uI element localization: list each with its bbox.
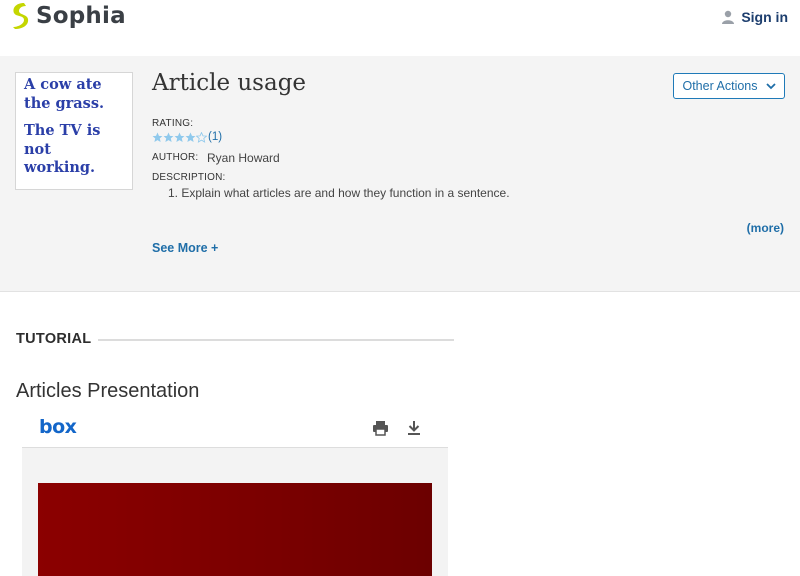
more-link[interactable]: (more) <box>747 221 784 235</box>
rating-stars[interactable]: (1) <box>152 131 222 143</box>
box-embed-viewer[interactable]: box <box>22 410 448 576</box>
site-header: Sophia Sign in <box>0 0 800 56</box>
presentation-slide[interactable] <box>38 483 432 576</box>
star-filled-icon <box>152 132 163 142</box>
author-name: Ryan Howard <box>207 151 280 165</box>
article-thumbnail: A cow ate the grass. The TV is not worki… <box>15 72 133 190</box>
viewer-toolbar: box <box>22 410 448 448</box>
chevron-down-icon <box>765 82 776 89</box>
star-filled-icon <box>163 132 174 142</box>
other-actions-dropdown[interactable]: Other Actions <box>673 73 785 99</box>
section-title: Articles Presentation <box>16 380 200 402</box>
box-logo[interactable]: box <box>39 416 77 438</box>
star-group <box>152 131 207 143</box>
star-empty-icon <box>196 131 207 143</box>
description-item: 1. Explain what articles are and how the… <box>168 186 510 200</box>
download-icon[interactable] <box>407 420 421 436</box>
print-icon[interactable] <box>372 420 389 436</box>
description-label: DESCRIPTION: <box>152 172 226 183</box>
other-actions-label: Other Actions <box>682 79 758 93</box>
thumbnail-text-line: the grass. <box>24 94 105 112</box>
star-filled-icon <box>174 132 185 142</box>
thumbnail-text-line: working. <box>24 159 96 176</box>
thumbnail-text-line: The TV is <box>24 122 101 139</box>
page-title: Article usage <box>152 70 307 96</box>
author-label: AUTHOR: <box>152 152 199 163</box>
see-more-link[interactable]: See More + <box>152 241 218 255</box>
thumbnail-text-line: A cow ate <box>24 76 102 93</box>
tutorial-divider <box>98 339 454 341</box>
user-icon <box>722 10 735 24</box>
brand-name: Sophia <box>36 3 126 29</box>
sophia-logo-icon <box>13 3 29 29</box>
star-filled-icon <box>185 132 196 142</box>
thumbnail-text-line: not <box>24 140 51 158</box>
tutorial-heading: TUTORIAL <box>16 331 92 347</box>
sign-in-link[interactable]: Sign in <box>721 9 788 25</box>
sign-in-label: Sign in <box>741 9 788 25</box>
rating-label: RATING: <box>152 118 194 129</box>
article-info-panel: A cow ate the grass. The TV is not worki… <box>0 56 800 292</box>
brand-logo[interactable]: Sophia <box>10 2 126 30</box>
rating-count[interactable]: (1) <box>208 131 222 143</box>
